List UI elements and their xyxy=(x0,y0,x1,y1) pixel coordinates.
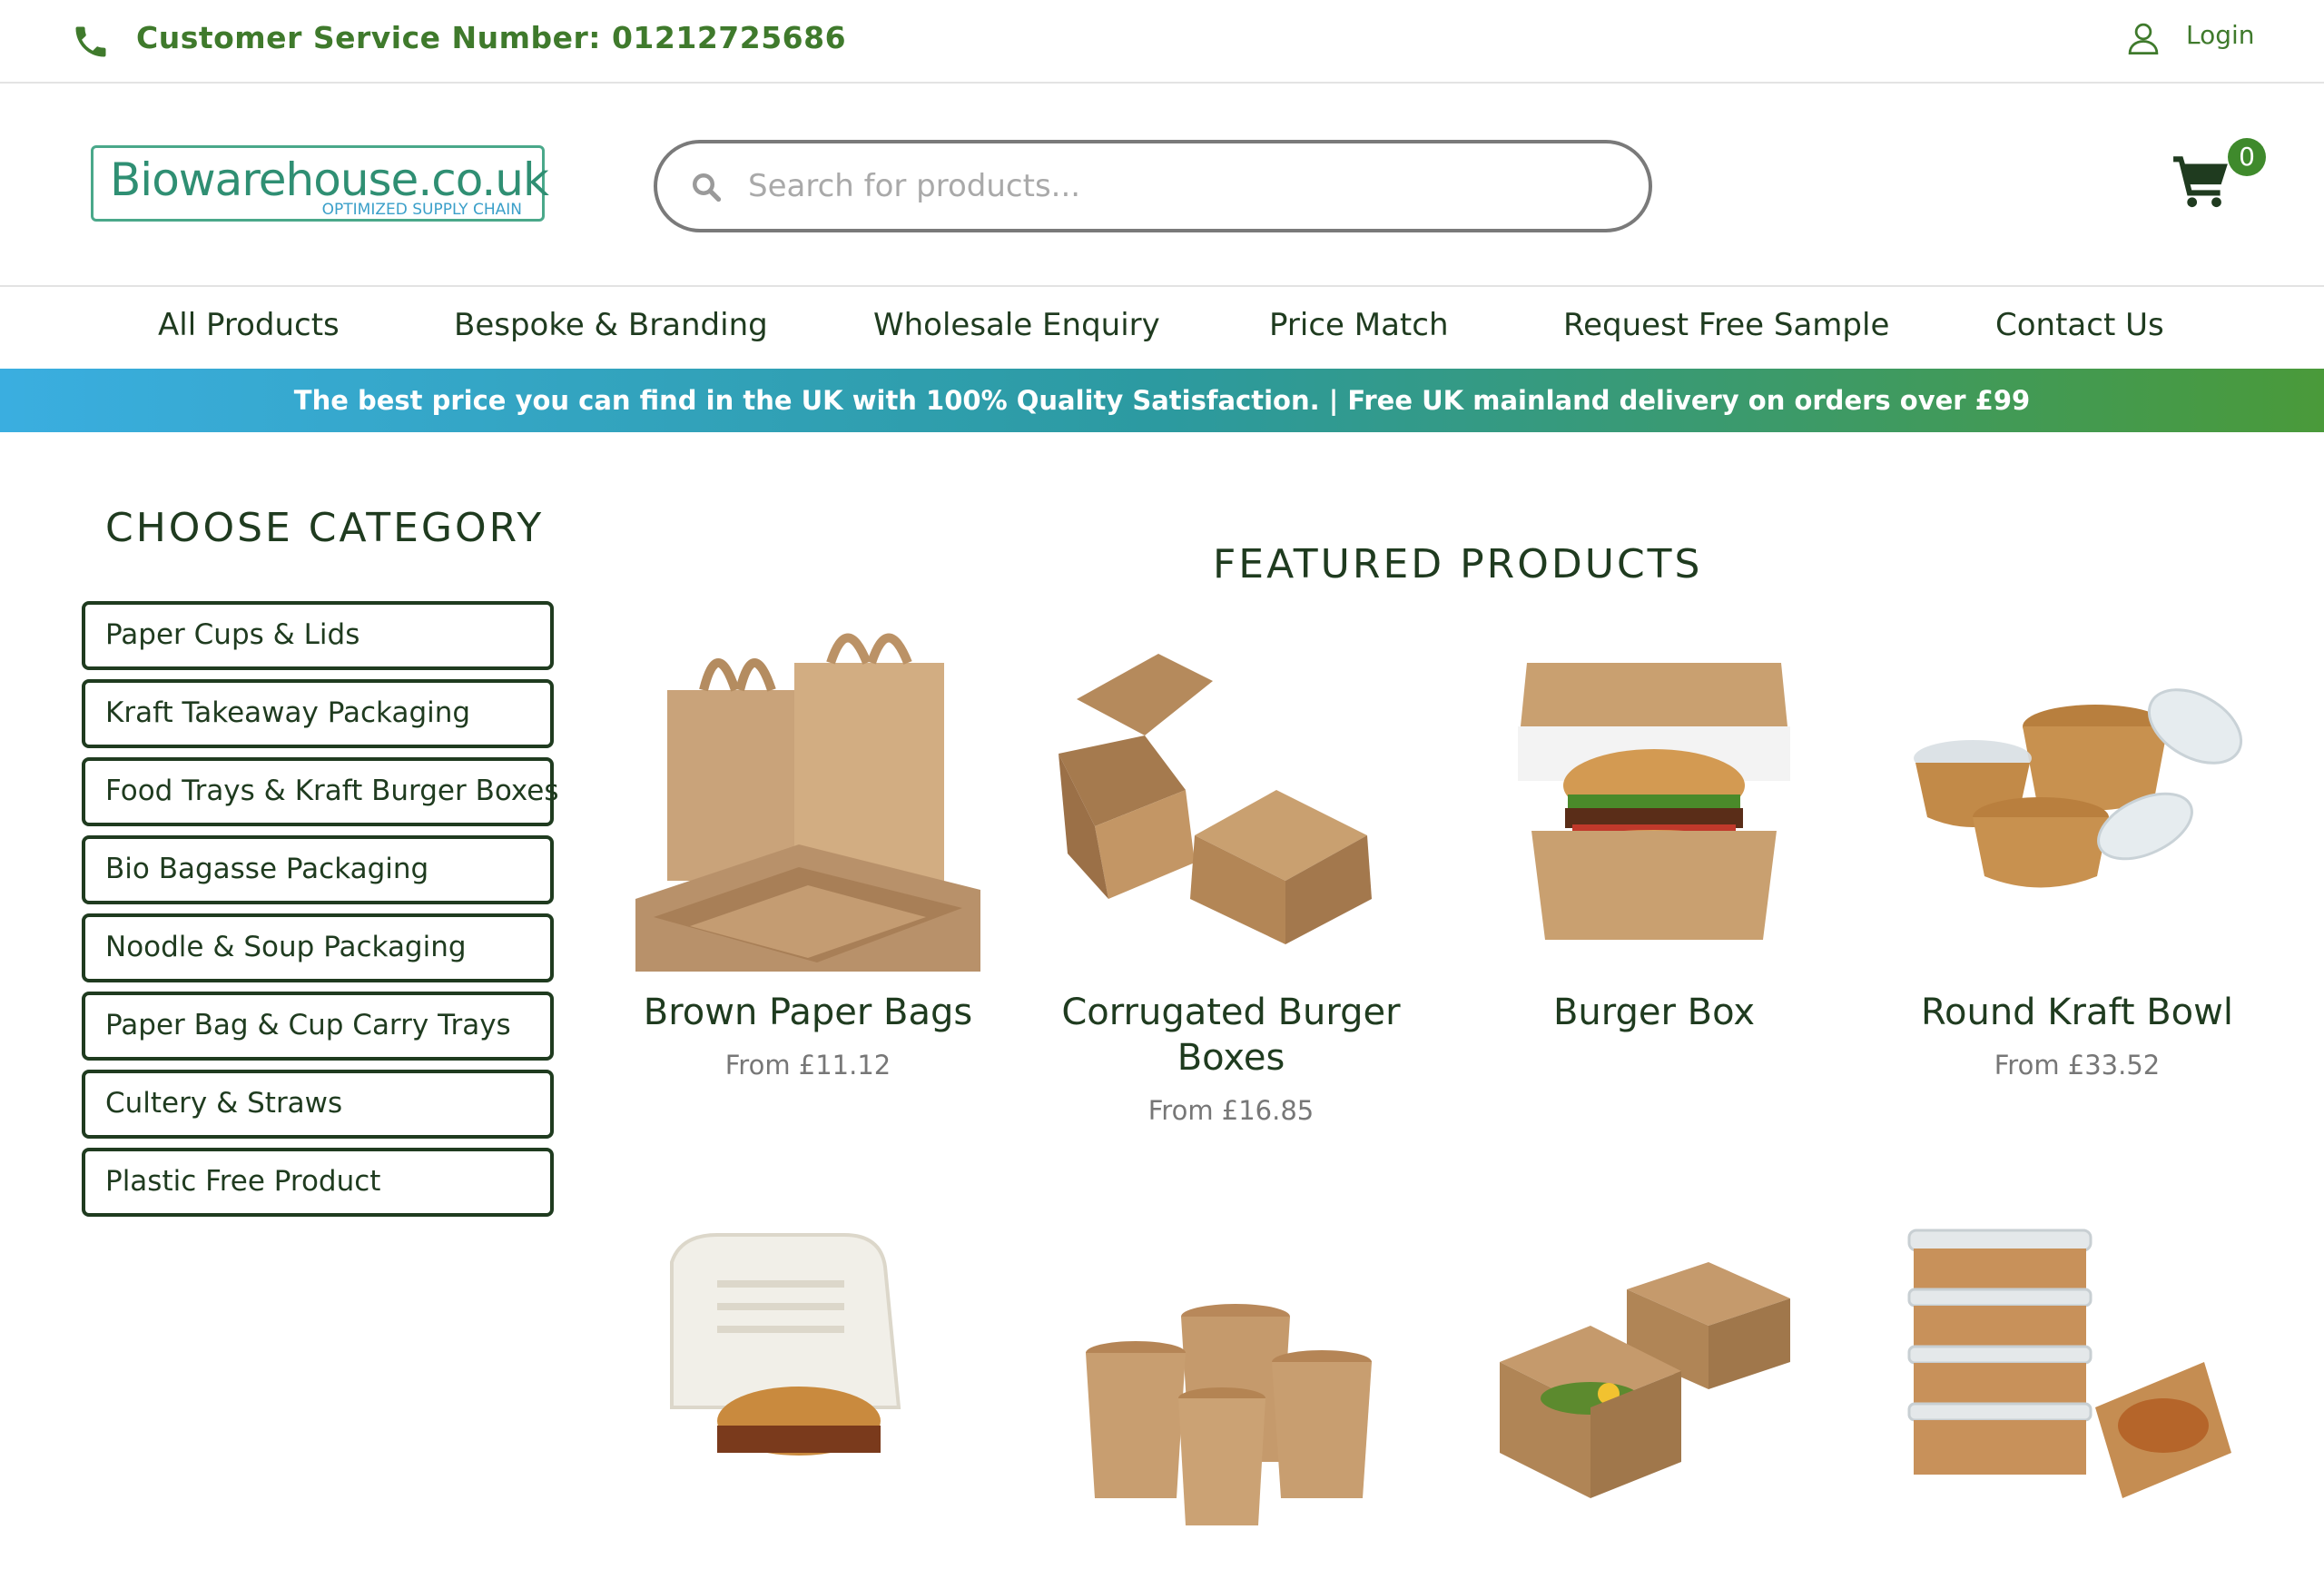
category-food-trays-burger-boxes[interactable]: Food Trays & Kraft Burger Boxes xyxy=(82,757,559,826)
burger-box-image xyxy=(1482,627,1827,972)
product-image[interactable] xyxy=(635,627,980,972)
featured-heading: FEATURED PRODUCTS xyxy=(1213,541,1703,587)
category-heading: CHOOSE CATEGORY xyxy=(105,505,545,551)
product-card: Burger Box xyxy=(1482,627,1827,1050)
product-name[interactable]: Burger Box xyxy=(1482,990,1827,1035)
category-cutlery-straws[interactable]: Cultery & Straws xyxy=(82,1070,554,1139)
cart-count-badge: 0 xyxy=(2228,138,2266,176)
product-image[interactable] xyxy=(635,1226,980,1571)
main-nav: All Products Bespoke & Branding Wholesal… xyxy=(0,289,2324,369)
product-name[interactable]: Brown Paper Bags xyxy=(635,990,980,1035)
nav-request-free-sample[interactable]: Request Free Sample xyxy=(1563,307,1889,343)
nav-bespoke-branding[interactable]: Bespoke & Branding xyxy=(454,307,768,343)
search-input[interactable] xyxy=(748,156,1620,216)
search-bar[interactable] xyxy=(654,140,1652,232)
category-bio-bagasse[interactable]: Bio Bagasse Packaging xyxy=(82,835,554,904)
product-card xyxy=(1059,1226,1403,1589)
logo-text: Biowarehouse.co.uk xyxy=(110,153,549,206)
product-price: From £16.85 xyxy=(1147,1095,1315,1126)
top-bar: Customer Service Number: 01212725686 Log… xyxy=(0,0,2324,84)
customer-service-number: Customer Service Number: 01212725686 xyxy=(136,20,847,55)
product-image[interactable] xyxy=(1059,627,1403,972)
site-logo[interactable]: Biowarehouse.co.uk OPTIMIZED SUPPLY CHAI… xyxy=(91,145,549,222)
category-bag-cup-carry-trays[interactable]: Paper Bag & Cup Carry Trays xyxy=(82,992,554,1061)
product-card: Round Kraft Bowl From £33.52 xyxy=(1905,627,2250,1081)
nav-contact-us[interactable]: Contact Us xyxy=(1995,307,2164,343)
product-name[interactable]: Round Kraft Bowl xyxy=(1905,990,2250,1035)
paper-bags-image xyxy=(635,627,980,972)
nav-wholesale-enquiry[interactable]: Wholesale Enquiry xyxy=(873,307,1160,343)
product-card xyxy=(1482,1226,1827,1589)
promo-banner: The best price you can find in the UK wi… xyxy=(0,369,2324,432)
product-image[interactable] xyxy=(1482,1226,1827,1571)
category-noodle-soup[interactable]: Noodle & Soup Packaging xyxy=(82,913,554,982)
product-card: Corrugated Burger Boxes From £16.85 xyxy=(1059,627,1403,1126)
kraft-soup-cups-image xyxy=(1059,1226,1403,1571)
product-price: From £33.52 xyxy=(1994,1050,2161,1081)
phone-icon xyxy=(75,26,106,57)
product-name[interactable]: Corrugated Burger Boxes xyxy=(1059,990,1403,1081)
product-card: Brown Paper Bags From £11.12 xyxy=(635,627,980,1081)
product-image[interactable] xyxy=(1905,1226,2250,1571)
product-price: From £11.12 xyxy=(724,1050,891,1081)
cart-icon[interactable] xyxy=(2171,153,2231,209)
search-icon[interactable] xyxy=(690,171,723,203)
category-paper-cups-lids[interactable]: Paper Cups & Lids xyxy=(82,601,554,670)
bagasse-clamshell-image xyxy=(635,1226,980,1571)
logo-tagline: OPTIMIZED SUPPLY CHAIN xyxy=(318,201,526,219)
kraft-takeaway-boxes-image xyxy=(1482,1226,1827,1571)
round-kraft-bowl-image xyxy=(1905,627,2250,972)
corrugated-burger-boxes-image xyxy=(1059,627,1403,972)
header: Biowarehouse.co.uk OPTIMIZED SUPPLY CHAI… xyxy=(0,84,2324,287)
kraft-rectangular-containers-image xyxy=(1905,1226,2250,1571)
product-image[interactable] xyxy=(1905,627,2250,972)
product-card xyxy=(1905,1226,2250,1589)
nav-all-products[interactable]: All Products xyxy=(158,307,340,343)
category-plastic-free[interactable]: Plastic Free Product xyxy=(82,1148,554,1217)
product-image[interactable] xyxy=(1482,627,1827,972)
nav-price-match[interactable]: Price Match xyxy=(1269,307,1449,343)
login-link[interactable]: Login xyxy=(2186,20,2255,50)
product-card xyxy=(635,1226,980,1589)
user-icon[interactable] xyxy=(2124,18,2162,58)
product-image[interactable] xyxy=(1059,1226,1403,1571)
category-kraft-takeaway[interactable]: Kraft Takeaway Packaging xyxy=(82,679,554,748)
